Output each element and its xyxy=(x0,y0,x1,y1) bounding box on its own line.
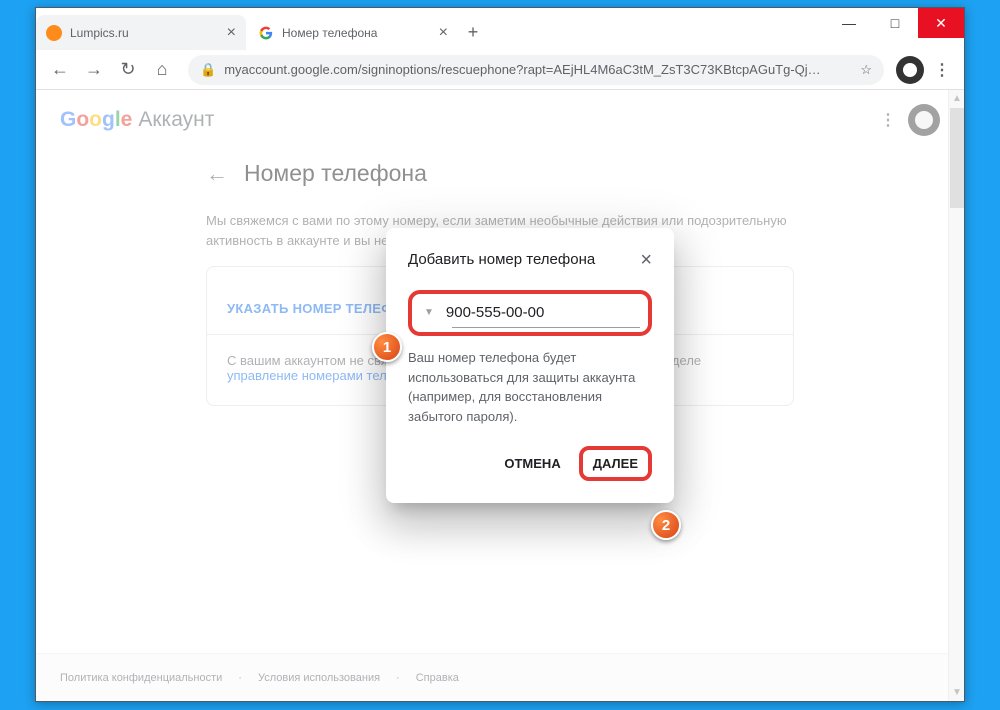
dialog-description: Ваш номер телефона будет использоваться … xyxy=(408,348,652,426)
tab-phone[interactable]: Номер телефона × xyxy=(248,15,458,50)
cancel-button[interactable]: ОТМЕНА xyxy=(494,448,570,479)
browser-window: Lumpics.ru × Номер телефона × + — □ ✕ ← … xyxy=(35,7,965,702)
lock-icon: 🔒 xyxy=(200,62,216,78)
next-button[interactable]: ДАЛЕЕ xyxy=(579,446,652,481)
window-controls: — □ ✕ xyxy=(826,8,964,50)
dialog-title: Добавить номер телефона xyxy=(408,250,632,270)
google-icon xyxy=(258,25,274,41)
tab-strip: Lumpics.ru × Номер телефона × + xyxy=(36,15,826,50)
tab-label: Номер телефона xyxy=(282,26,377,40)
close-icon[interactable]: × xyxy=(227,24,236,42)
annotation-marker-1: 1 xyxy=(372,332,402,362)
dialog-actions: ОТМЕНА ДАЛЕЕ xyxy=(408,446,652,481)
url-text: myaccount.google.com/signinoptions/rescu… xyxy=(224,62,860,77)
add-phone-dialog: Добавить номер телефона × ▼ Ваш номер те… xyxy=(386,228,674,503)
phone-field-row: ▼ xyxy=(420,304,640,321)
address-bar[interactable]: 🔒 myaccount.google.com/signinoptions/res… xyxy=(188,55,884,85)
minimize-button[interactable]: — xyxy=(826,8,872,38)
close-icon[interactable]: × xyxy=(640,250,652,270)
profile-avatar[interactable] xyxy=(896,56,924,84)
lumpics-icon xyxy=(46,25,62,41)
tab-lumpics[interactable]: Lumpics.ru × xyxy=(36,15,246,50)
tab-label: Lumpics.ru xyxy=(70,26,129,40)
dialog-header: Добавить номер телефона × xyxy=(408,250,652,270)
input-underline xyxy=(452,327,640,328)
browser-menu-button[interactable]: ⋮ xyxy=(930,60,954,80)
phone-input[interactable] xyxy=(446,304,645,321)
reload-button[interactable]: ↻ xyxy=(114,56,142,84)
back-button[interactable]: ← xyxy=(46,56,74,84)
home-button[interactable]: ⌂ xyxy=(148,56,176,84)
close-button[interactable]: ✕ xyxy=(918,8,964,38)
browser-toolbar: ← → ↻ ⌂ 🔒 myaccount.google.com/signinopt… xyxy=(36,50,964,90)
star-icon[interactable]: ☆ xyxy=(860,62,872,78)
phone-input-highlight: ▼ xyxy=(408,290,652,336)
maximize-button[interactable]: □ xyxy=(872,8,918,38)
close-icon[interactable]: × xyxy=(439,24,448,42)
forward-button[interactable]: → xyxy=(80,56,108,84)
chevron-down-icon[interactable]: ▼ xyxy=(424,307,434,318)
annotation-marker-2: 2 xyxy=(651,510,681,540)
titlebar: Lumpics.ru × Номер телефона × + — □ ✕ xyxy=(36,8,964,50)
new-tab-button[interactable]: + xyxy=(458,15,488,50)
